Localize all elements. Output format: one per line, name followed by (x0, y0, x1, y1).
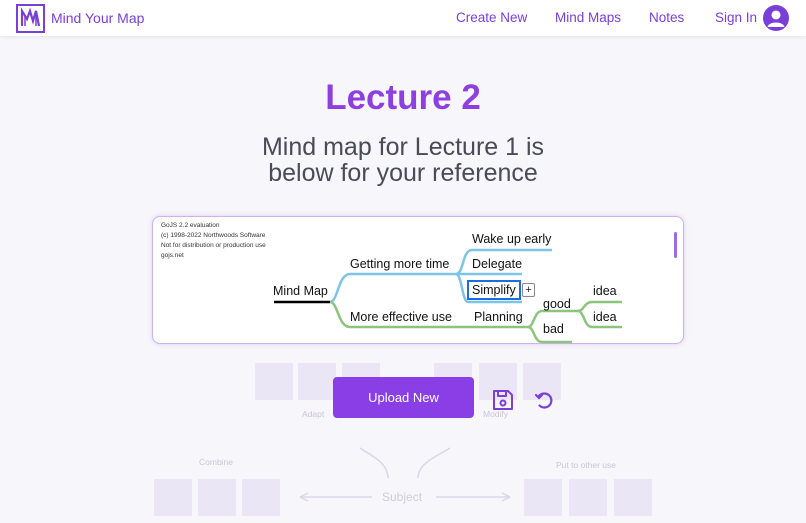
node-more-effective-use[interactable]: More effective use (350, 310, 452, 324)
upload-new-button[interactable]: Upload New (333, 377, 474, 418)
node-delegate[interactable]: Delegate (472, 257, 522, 271)
save-icon[interactable] (491, 388, 515, 412)
node-simplify-selected[interactable]: Simplify (467, 280, 521, 300)
node-getting-more-time[interactable]: Getting more time (350, 257, 449, 271)
node-mind-map-root[interactable]: Mind Map (273, 284, 328, 298)
node-planning[interactable]: Planning (474, 310, 523, 324)
node-wake-up-early[interactable]: Wake up early (472, 232, 551, 246)
node-bad[interactable]: bad (543, 322, 564, 336)
add-child-plus-button[interactable]: + (522, 283, 535, 297)
refresh-icon[interactable] (533, 388, 557, 412)
node-idea-bottom[interactable]: idea (593, 310, 617, 324)
node-idea-top[interactable]: idea (593, 284, 617, 298)
node-good[interactable]: good (543, 297, 571, 311)
